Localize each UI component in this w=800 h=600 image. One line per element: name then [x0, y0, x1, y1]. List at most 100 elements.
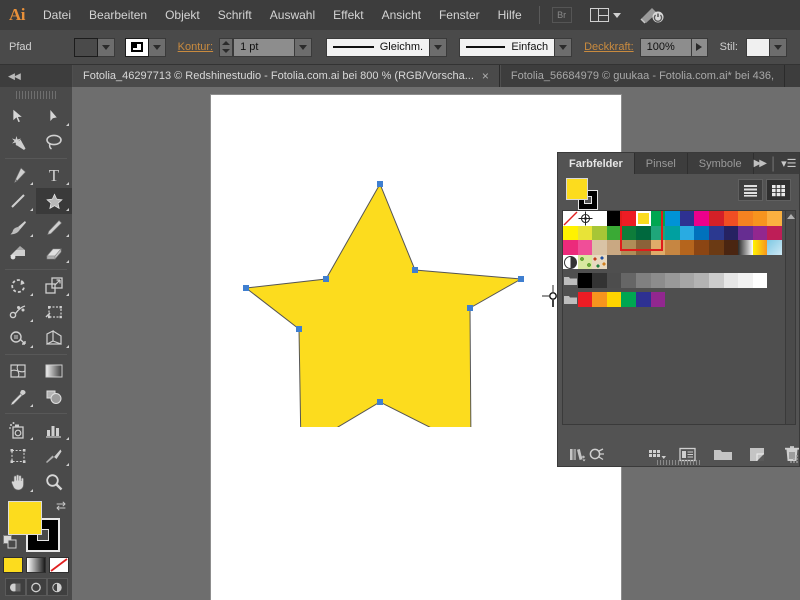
swatch-gray-100[interactable]	[752, 273, 768, 288]
selected-star-path[interactable]	[232, 127, 552, 427]
stroke-weight-field[interactable]: 1 pt	[233, 37, 296, 57]
fill-color-indicator[interactable]	[8, 501, 42, 535]
opacity-popup-button[interactable]	[691, 37, 708, 57]
swatch-pattern-confetti[interactable]	[592, 254, 607, 270]
bridge-button[interactable]: Br	[551, 7, 572, 23]
swatch-gray-10[interactable]	[592, 273, 607, 288]
swatch-chocolate[interactable]	[723, 240, 739, 255]
swatch-gray-85[interactable]	[708, 273, 724, 288]
swatch-gray-0[interactable]	[577, 273, 593, 288]
swatch-yellowgreen[interactable]	[592, 225, 607, 241]
swatch-indigo[interactable]	[723, 225, 739, 241]
swatch-orangered[interactable]	[723, 211, 739, 226]
swatch-white[interactable]	[592, 211, 607, 226]
stroke-profile-field[interactable]: Gleichm.	[326, 37, 431, 57]
star-shape[interactable]	[244, 182, 523, 427]
menu-schrift[interactable]: Schrift	[209, 0, 261, 30]
fill-dropdown-button[interactable]	[97, 37, 115, 57]
swatch-bright-red[interactable]	[577, 291, 593, 307]
swatch-lightorange[interactable]	[767, 211, 782, 226]
swatch-hotpink[interactable]	[577, 240, 593, 255]
fill-color-swatch[interactable]	[73, 37, 98, 57]
swatch-tan[interactable]	[606, 240, 622, 255]
swatch-bright-orange[interactable]	[592, 291, 607, 307]
column-graph-tool[interactable]	[36, 417, 72, 443]
gradient-fill-icon[interactable]	[26, 557, 46, 573]
swatch-darkgreen[interactable]	[635, 225, 651, 241]
scroll-up-icon[interactable]	[786, 214, 795, 219]
swatch-steelblue[interactable]	[694, 225, 709, 241]
menu-objekt[interactable]: Objekt	[156, 0, 209, 30]
rotate-tool[interactable]	[0, 273, 36, 299]
swatch-navy[interactable]	[708, 225, 724, 241]
swatch-violet[interactable]	[752, 225, 768, 241]
tab-symbole[interactable]: Symbole	[688, 153, 754, 174]
graphic-style-swatch[interactable]	[745, 37, 770, 57]
swatch-gray-70[interactable]	[679, 273, 695, 288]
menu-auswahl[interactable]: Auswahl	[261, 0, 324, 30]
none-fill-icon[interactable]	[49, 557, 69, 573]
swatch-skyblue[interactable]	[679, 225, 695, 241]
star-tool[interactable]	[36, 188, 72, 214]
swatch-gradient-white[interactable]	[738, 240, 753, 255]
swatch-gradient-blue-transparent[interactable]	[767, 240, 782, 255]
draw-inside-icon[interactable]	[46, 578, 68, 596]
swatch-yellow2[interactable]	[563, 225, 578, 241]
draw-behind-icon[interactable]	[25, 578, 47, 596]
swatch-sienna[interactable]	[679, 240, 695, 255]
swatches-panel[interactable]: Farbfelder Pinsel Symbole ▶▶ | ▾☰	[557, 152, 800, 467]
stroke-weight-dropdown[interactable]	[295, 37, 313, 57]
swatch-gray-30[interactable]	[621, 273, 636, 288]
new-swatch-button[interactable]	[747, 442, 766, 466]
swatch-crimson[interactable]	[708, 211, 724, 226]
brush-definition-dropdown[interactable]	[555, 37, 573, 57]
swatch-pattern-dot[interactable]	[563, 254, 578, 270]
opacity-field[interactable]: 100%	[639, 37, 692, 57]
slice-tool[interactable]	[36, 443, 72, 469]
swatch-magenta[interactable]	[694, 211, 709, 226]
eyedropper-tool[interactable]	[0, 384, 36, 410]
swatch-red[interactable]	[621, 211, 636, 226]
graphic-style-control[interactable]	[745, 37, 787, 57]
swatch-darkbrown[interactable]	[708, 240, 724, 255]
blob-brush-tool[interactable]	[0, 240, 36, 266]
swatch-beige[interactable]	[592, 240, 607, 255]
stroke-profile-dropdown[interactable]	[430, 37, 448, 57]
swatch-bright-blue[interactable]	[635, 291, 651, 307]
symbol-sprayer-tool[interactable]	[0, 417, 36, 443]
swatch-grass[interactable]	[606, 225, 622, 241]
draw-normal-icon[interactable]	[4, 578, 26, 596]
swatch-teal[interactable]	[665, 225, 680, 241]
tab-farbfelder[interactable]: Farbfelder	[558, 153, 635, 174]
swatch-olive-yellow[interactable]	[577, 225, 593, 241]
menu-fenster[interactable]: Fenster	[430, 0, 489, 30]
grid-view-button[interactable]	[766, 179, 791, 201]
stroke-weight-control[interactable]: 1 pt	[219, 37, 313, 57]
perspective-grid-tool[interactable]	[36, 325, 72, 351]
swatch-darkblue[interactable]	[679, 211, 695, 226]
new-color-group-button[interactable]	[713, 442, 733, 466]
direct-selection-tool[interactable]	[36, 103, 72, 129]
swatch-group-grayscale[interactable]	[563, 273, 578, 288]
menu-effekt[interactable]: Effekt	[324, 0, 372, 30]
swatch-gray-95[interactable]	[738, 273, 753, 288]
fill-color-control[interactable]	[73, 37, 115, 57]
stroke-color-swatch[interactable]	[124, 37, 149, 57]
scale-tool[interactable]	[36, 273, 72, 299]
menu-ansicht[interactable]: Ansicht	[373, 0, 430, 30]
zoom-tool[interactable]	[36, 469, 72, 495]
swatch-gray-80[interactable]	[694, 273, 709, 288]
stroke-profile-control[interactable]: Gleichm.	[326, 37, 448, 57]
brush-definition-field[interactable]: Einfach	[459, 37, 556, 57]
tools-panel-grip[interactable]	[0, 89, 72, 101]
stroke-dropdown-button[interactable]	[148, 37, 166, 57]
line-segment-tool[interactable]	[0, 188, 36, 214]
swatch-pink[interactable]	[563, 240, 578, 255]
pen-tool[interactable]	[0, 162, 36, 188]
swatch-black[interactable]	[606, 211, 622, 226]
panel-bottom-grip[interactable]	[656, 460, 701, 465]
swatch-bright-green[interactable]	[621, 291, 636, 307]
workspace-switcher-button[interactable]	[639, 5, 665, 25]
swatch-selected-yellow[interactable]	[635, 211, 651, 226]
collapse-toolbar-button[interactable]: ◀◀	[0, 65, 72, 87]
